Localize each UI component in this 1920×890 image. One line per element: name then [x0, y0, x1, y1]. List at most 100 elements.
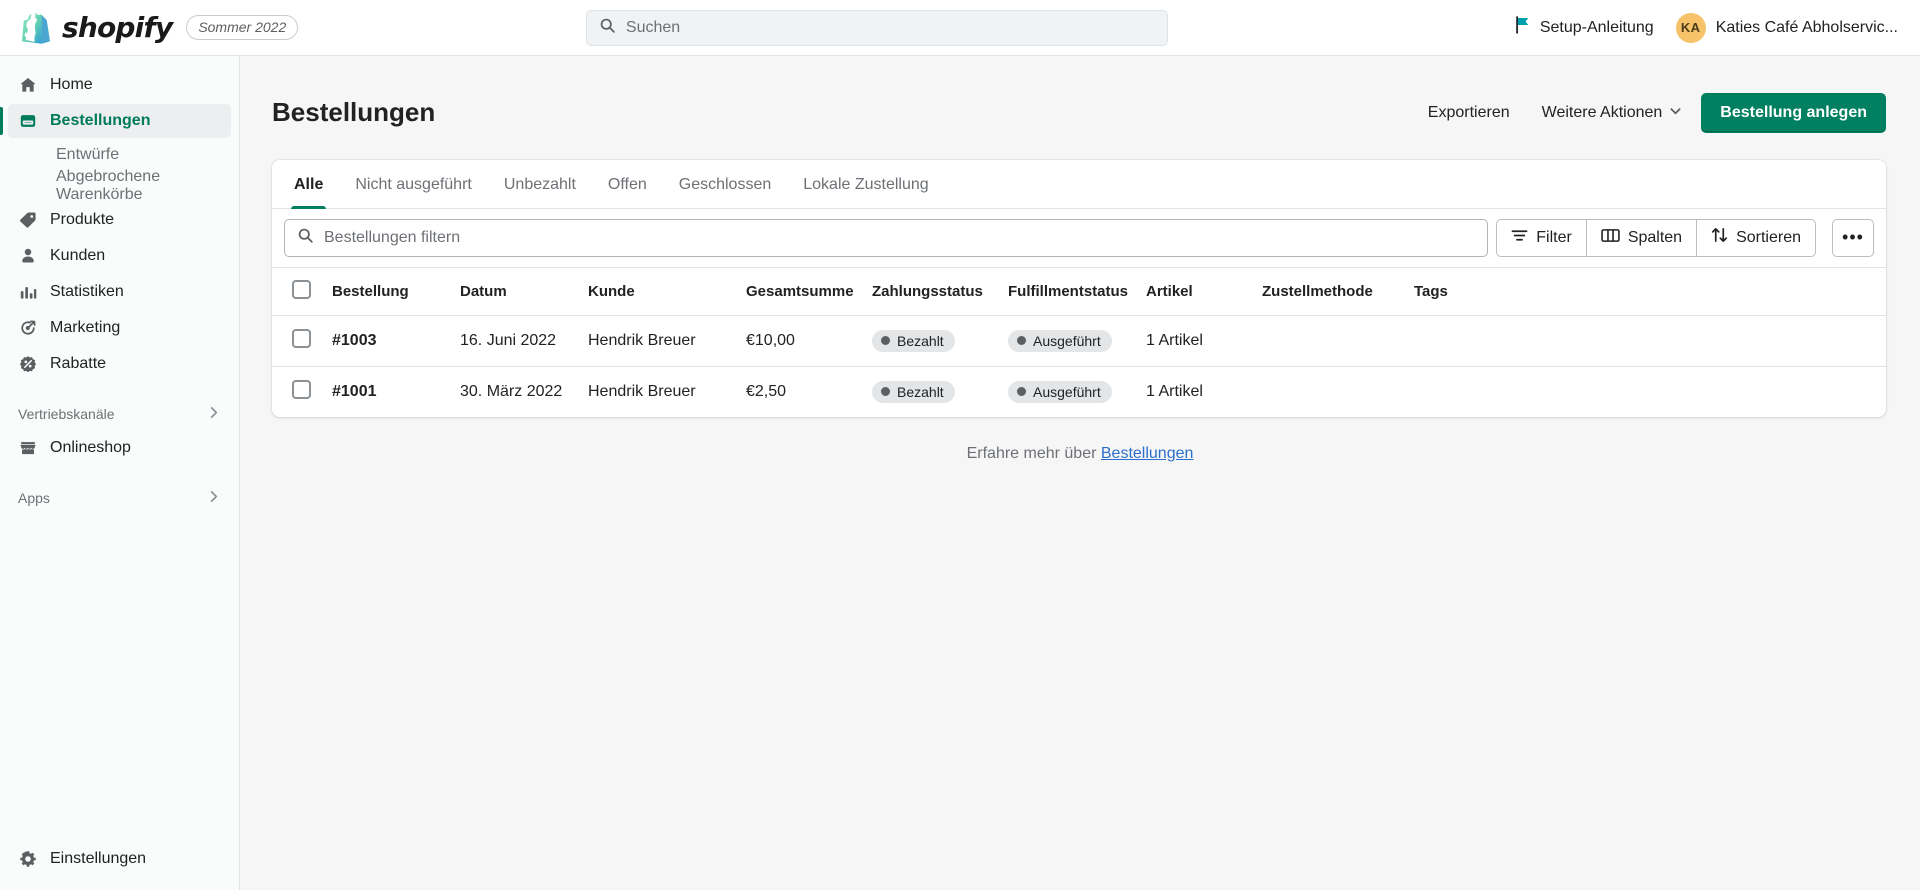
- sidebar-item-statistiken[interactable]: Statistiken: [8, 275, 231, 309]
- cell-tags: [1406, 315, 1886, 366]
- sidebar-item-onlineshop[interactable]: Onlineshop: [8, 431, 231, 465]
- sidebar-subitem-abgebrochene-warenkoerbe[interactable]: Abgebrochene Warenkörbe: [8, 171, 231, 201]
- tab-label: Lokale Zustellung: [803, 176, 928, 193]
- cell-payment-status: Bezahlt: [864, 315, 1000, 366]
- learn-more-prefix: Erfahre mehr über: [967, 445, 1101, 462]
- status-badge: Bezahlt: [872, 381, 955, 403]
- shopify-brand[interactable]: shopify Sommer 2022: [0, 11, 240, 44]
- person-icon: [18, 246, 38, 266]
- sidebar-section-vertriebskanaele[interactable]: Vertriebskanäle: [8, 399, 231, 429]
- cell-customer: Hendrik Breuer: [580, 315, 738, 366]
- sidebar-item-kunden[interactable]: Kunden: [8, 239, 231, 273]
- cell-order-number[interactable]: #1003: [324, 315, 452, 366]
- sidebar-subitem-entwuerfe[interactable]: Entwürfe: [8, 140, 231, 170]
- sidebar-item-rabatte[interactable]: Rabatte: [8, 347, 231, 381]
- search-icon: [599, 17, 616, 39]
- sidebar-item-marketing[interactable]: Marketing: [8, 311, 231, 345]
- store-name-label: Katies Café Abholservic...: [1716, 19, 1898, 37]
- cell-date: 30. März 2022: [452, 366, 580, 417]
- global-search-input[interactable]: Suchen: [586, 10, 1168, 46]
- select-all-header: [272, 268, 324, 316]
- status-badge-label: Bezahlt: [897, 384, 944, 400]
- setup-guide-label: Setup-Anleitung: [1540, 19, 1654, 37]
- sidebar-item-home[interactable]: Home: [8, 68, 231, 102]
- global-search-placeholder: Suchen: [626, 19, 680, 37]
- global-search-container: Suchen: [240, 10, 1514, 46]
- status-badge-label: Bezahlt: [897, 333, 944, 349]
- flag-icon: [1514, 16, 1531, 39]
- column-header-zustellmethode[interactable]: Zustellmethode: [1254, 268, 1406, 316]
- create-order-button[interactable]: Bestellung anlegen: [1701, 93, 1886, 133]
- sidebar-divider: [0, 383, 239, 397]
- cell-items: 1 Artikel: [1138, 366, 1254, 417]
- sidebar-item-label: Rabatte: [50, 355, 106, 373]
- orders-filter-placeholder: Bestellungen filtern: [324, 229, 460, 247]
- select-all-checkbox[interactable]: [292, 280, 311, 299]
- table-header-row: Bestellung Datum Kunde Gesamtsumme Zahlu…: [272, 268, 1886, 316]
- cell-order-number[interactable]: #1001: [324, 366, 452, 417]
- column-header-kunde[interactable]: Kunde: [580, 268, 738, 316]
- learn-more-text: Erfahre mehr über Bestellungen: [240, 445, 1920, 463]
- column-header-tags[interactable]: Tags: [1406, 268, 1886, 316]
- sort-button[interactable]: Sortieren: [1697, 219, 1816, 257]
- column-header-datum[interactable]: Datum: [452, 268, 580, 316]
- sidebar-item-label: Statistiken: [50, 283, 124, 301]
- tab-lokale-zustellung[interactable]: Lokale Zustellung: [787, 160, 944, 208]
- top-bar: shopify Sommer 2022 Suchen Setup-Anleitu…: [0, 0, 1920, 56]
- sidebar-item-produkte[interactable]: Produkte: [8, 203, 231, 237]
- sidebar-item-label: Marketing: [50, 319, 120, 337]
- orders-card: Alle Nicht ausgeführt Unbezahlt Offen Ge…: [272, 160, 1886, 417]
- gear-icon: [18, 849, 38, 869]
- column-header-zahlungsstatus[interactable]: Zahlungsstatus: [864, 268, 1000, 316]
- table-row[interactable]: #1003 16. Juni 2022 Hendrik Breuer €10,0…: [272, 315, 1886, 366]
- sidebar-item-label: Kunden: [50, 247, 105, 265]
- chevron-down-icon: [1670, 108, 1681, 117]
- status-dot-icon: [881, 336, 890, 345]
- column-header-bestellung[interactable]: Bestellung: [324, 268, 452, 316]
- column-header-fulfillmentstatus[interactable]: Fulfillmentstatus: [1000, 268, 1138, 316]
- export-button[interactable]: Exportieren: [1416, 96, 1522, 130]
- sidebar-section-apps[interactable]: Apps: [8, 483, 231, 513]
- sidebar-item-einstellungen[interactable]: Einstellungen: [8, 842, 232, 876]
- filter-lines-icon: [1511, 228, 1528, 248]
- tab-nicht-ausgefuehrt[interactable]: Nicht ausgeführt: [339, 160, 488, 208]
- top-bar-right: Setup-Anleitung KA Katies Café Abholserv…: [1514, 13, 1920, 43]
- row-select-cell: [272, 366, 324, 417]
- store-account-button[interactable]: KA Katies Café Abholservic...: [1676, 13, 1898, 43]
- cell-delivery-method: [1254, 315, 1406, 366]
- cell-customer: Hendrik Breuer: [580, 366, 738, 417]
- sidebar-divider-2: [0, 467, 239, 481]
- more-actions-label: Weitere Aktionen: [1542, 104, 1663, 122]
- setup-guide-button[interactable]: Setup-Anleitung: [1514, 16, 1654, 39]
- tag-icon: [18, 210, 38, 230]
- orders-inbox-icon: [18, 111, 38, 131]
- tab-label: Alle: [294, 176, 323, 193]
- tab-unbezahlt[interactable]: Unbezahlt: [488, 160, 592, 208]
- tab-geschlossen[interactable]: Geschlossen: [663, 160, 788, 208]
- learn-more-link[interactable]: Bestellungen: [1101, 445, 1194, 462]
- page-header-actions: Exportieren Weitere Aktionen Bestellung …: [1416, 93, 1886, 133]
- column-header-artikel[interactable]: Artikel: [1138, 268, 1254, 316]
- more-options-button[interactable]: •••: [1832, 219, 1874, 257]
- tab-label: Nicht ausgeführt: [355, 176, 472, 193]
- sort-arrows-icon: [1711, 227, 1728, 248]
- status-badge-label: Ausgeführt: [1033, 333, 1101, 349]
- column-header-gesamtsumme[interactable]: Gesamtsumme: [738, 268, 864, 316]
- orders-filter-input[interactable]: Bestellungen filtern: [284, 219, 1488, 257]
- status-badge: Ausgeführt: [1008, 330, 1112, 352]
- table-row[interactable]: #1001 30. März 2022 Hendrik Breuer €2,50…: [272, 366, 1886, 417]
- columns-button[interactable]: Spalten: [1587, 219, 1697, 257]
- sidebar-item-bestellungen[interactable]: Bestellungen: [8, 104, 231, 138]
- row-checkbox[interactable]: [292, 329, 311, 348]
- ellipsis-icon: •••: [1842, 227, 1864, 248]
- tab-offen[interactable]: Offen: [592, 160, 663, 208]
- row-select-cell: [272, 315, 324, 366]
- home-icon: [18, 75, 38, 95]
- tab-alle[interactable]: Alle: [278, 160, 339, 208]
- row-checkbox[interactable]: [292, 380, 311, 399]
- more-actions-button[interactable]: Weitere Aktionen: [1530, 96, 1694, 130]
- filter-button[interactable]: Filter: [1496, 219, 1587, 257]
- cell-date: 16. Juni 2022: [452, 315, 580, 366]
- status-badge: Ausgeführt: [1008, 381, 1112, 403]
- sidebar-item-label: Bestellungen: [50, 112, 150, 130]
